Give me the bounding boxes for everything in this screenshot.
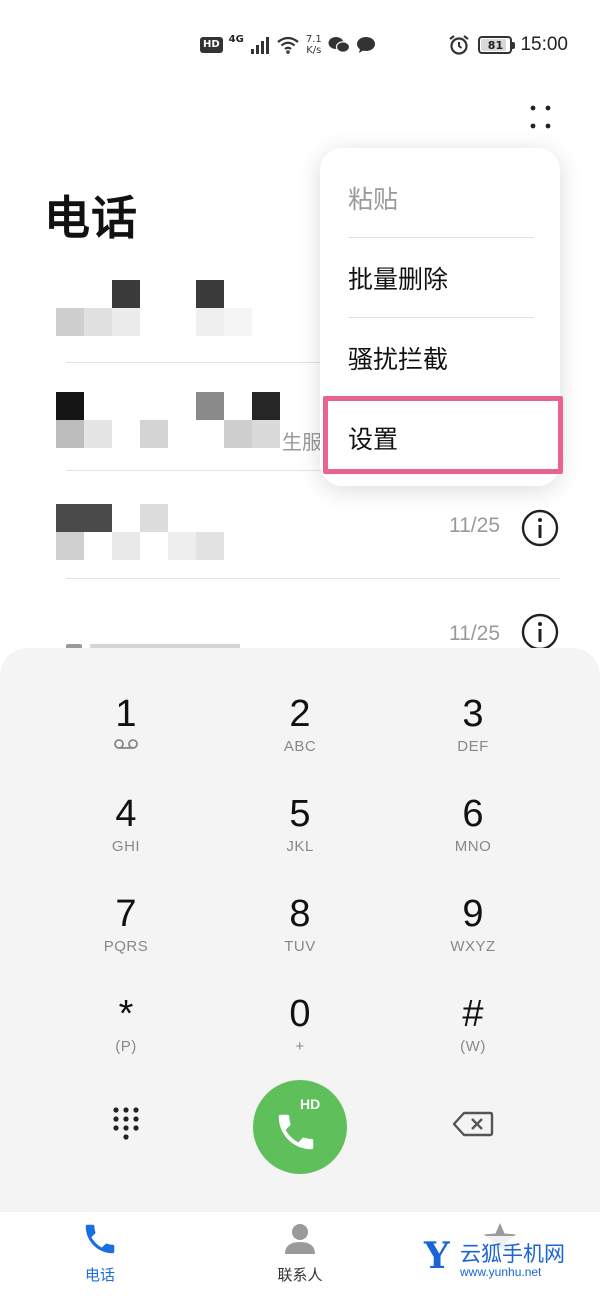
- more-vertical-dots-icon[interactable]: [522, 100, 558, 136]
- call-hd-badge: HD: [300, 1096, 321, 1112]
- phone-icon: [278, 1114, 314, 1150]
- key-digit: 2: [289, 693, 311, 735]
- key-digit: 6: [462, 793, 484, 835]
- key-digit: 4: [115, 793, 137, 835]
- key-letters: +: [295, 1038, 305, 1055]
- call-log-row[interactable]: 11/25: [0, 474, 600, 582]
- dialpad-key-5[interactable]: 5 JKL: [225, 794, 375, 884]
- dialpad-key-8[interactable]: 8 TUV: [225, 894, 375, 984]
- dialpad-key-2[interactable]: 2 ABC: [225, 694, 375, 784]
- call-date: 11/25: [449, 514, 500, 537]
- dialpad-key-7[interactable]: 7 PQRS: [51, 894, 201, 984]
- key-letters: GHI: [111, 838, 141, 855]
- info-icon[interactable]: [520, 612, 560, 652]
- key-digit: 7: [115, 893, 137, 935]
- key-letters: (W): [460, 1038, 486, 1055]
- key-digit: *: [118, 993, 134, 1035]
- key-letters: ABC: [283, 738, 317, 755]
- settings-highlight-box: [323, 396, 563, 474]
- nav-label: 电话: [84, 1266, 115, 1284]
- menu-item-paste[interactable]: 粘贴: [348, 158, 534, 238]
- key-digit: 3: [462, 693, 484, 735]
- key-digit: #: [462, 993, 484, 1035]
- message-bubble-icon: [356, 37, 375, 53]
- dialpad-key-star[interactable]: * (P): [51, 994, 201, 1084]
- watermark-name: 云狐手机网: [460, 1242, 565, 1266]
- key-letters: TUV: [284, 938, 316, 955]
- wechat-icon: [328, 37, 350, 53]
- network-speed: 7.1 K/s: [306, 34, 322, 56]
- menu-item-batch-delete[interactable]: 批量删除: [348, 238, 534, 318]
- battery-indicator: 81: [478, 36, 516, 54]
- wifi-icon: [277, 36, 299, 54]
- nav-label: 联系人: [277, 1266, 323, 1284]
- call-button[interactable]: HD: [253, 1080, 347, 1174]
- key-letters: (P): [115, 1038, 137, 1055]
- signal-icon: [250, 37, 269, 54]
- key-digit: 9: [462, 893, 484, 935]
- battery-level: 81: [487, 38, 504, 52]
- call-note: 生服: [282, 430, 322, 454]
- key-letters: WXYZ: [450, 938, 496, 955]
- key-letters: PQRS: [103, 938, 149, 955]
- dialpad-key-3[interactable]: 3 DEF: [398, 694, 548, 784]
- phone-icon: [85, 1224, 115, 1254]
- dialpad-key-0[interactable]: 0 +: [225, 994, 375, 1084]
- hd-badge: HD: [200, 37, 223, 53]
- menu-item-spam-block[interactable]: 骚扰拦截: [348, 318, 534, 398]
- key-digit: 0: [289, 993, 311, 1035]
- backspace-icon[interactable]: [452, 1110, 494, 1138]
- page-title: 电话: [44, 191, 138, 245]
- key-letters: DEF: [457, 738, 489, 755]
- dialpad-key-9[interactable]: 9 WXYZ: [398, 894, 548, 984]
- dialpad-key-hash[interactable]: # (W): [398, 994, 548, 1084]
- key-letters: JKL: [286, 838, 314, 855]
- alarm-icon: [449, 35, 470, 55]
- voicemail-icon: [114, 739, 138, 749]
- dialpad-key-4[interactable]: 4 GHI: [51, 794, 201, 884]
- speed-value: 7.1: [305, 34, 322, 45]
- dialpad-key-6[interactable]: 6 MNO: [398, 794, 548, 884]
- contacts-icon: [285, 1224, 315, 1254]
- site-watermark: Y 云狐手机网 www.yunhu.net: [420, 1236, 595, 1286]
- nav-tab-phone[interactable]: 电话: [40, 1220, 160, 1296]
- info-icon[interactable]: [520, 508, 560, 548]
- status-left-group: HD 4G 7.1 K/s: [200, 30, 376, 60]
- dialpad-key-1[interactable]: 1: [51, 694, 201, 784]
- speed-unit: K/s: [306, 45, 322, 56]
- key-digit: 1: [115, 693, 137, 735]
- network-type: 4G: [228, 33, 244, 45]
- key-digit: 8: [289, 893, 311, 935]
- status-time: 15:00: [520, 34, 568, 55]
- watermark-url: www.yunhu.net: [460, 1265, 542, 1279]
- key-digit: 5: [289, 793, 311, 835]
- dialpad-grid-icon[interactable]: [110, 1104, 142, 1142]
- nav-tab-contacts[interactable]: 联系人: [240, 1220, 360, 1296]
- watermark-logo-letter: Y: [424, 1235, 450, 1277]
- key-letters: MNO: [454, 838, 492, 855]
- call-date: 11/25: [449, 622, 500, 645]
- row-divider: [66, 578, 560, 579]
- status-right-group: 81 15:00: [448, 30, 568, 60]
- status-bar: HD 4G 7.1 K/s 81 15:00: [0, 0, 600, 90]
